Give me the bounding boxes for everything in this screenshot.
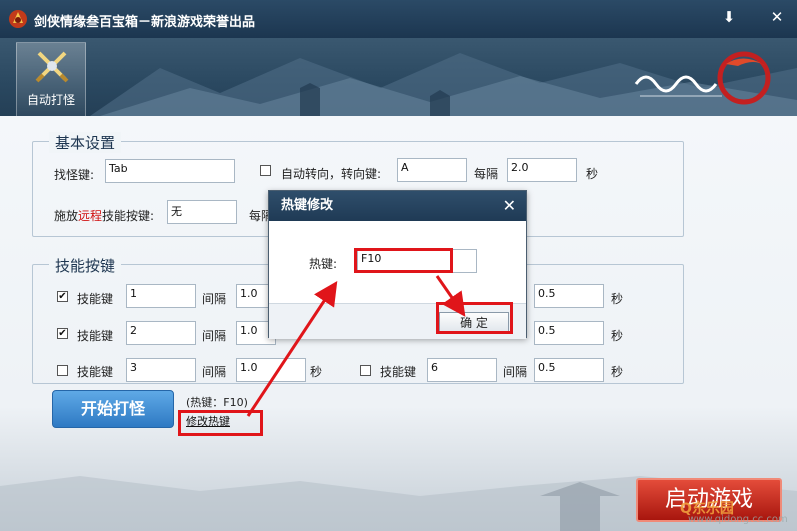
auto-turn-checkbox[interactable] [260, 165, 271, 176]
skill-5-seconds-label: 秒 [611, 329, 624, 343]
skill-3-seconds-label: 秒 [310, 365, 323, 379]
edit-hotkey-highlight [178, 410, 263, 436]
window-title: 剑侠情缘叁百宝箱－新浪游戏荣誉出品 [34, 15, 256, 30]
ok-button-highlight [436, 302, 513, 334]
hotkey-label: 热键: [309, 257, 338, 271]
skill-6-interval-label: 间隔 [503, 365, 528, 379]
app-window: 剑侠情缘叁百宝箱－新浪游戏荣誉出品 ⬇ ✕ 自动打怪 基本设置 找怪键: Tab… [0, 0, 797, 531]
target-key-input[interactable]: Tab [105, 159, 235, 183]
turn-key-input[interactable]: A [397, 158, 467, 182]
skill-3-interval-input[interactable]: 1.0 [236, 358, 306, 382]
start-fight-button[interactable]: 开始打怪 [52, 390, 174, 428]
tab-auto-fight[interactable]: 自动打怪 [16, 42, 86, 116]
basic-settings-legend: 基本设置 [49, 132, 122, 153]
hotkey-input-highlight [354, 248, 453, 273]
watermark-url: www.qidong.cc.com [688, 514, 788, 525]
skill-1-key-input[interactable]: 1 [126, 284, 196, 308]
app-icon [9, 10, 27, 28]
skill-2-checkbox[interactable]: ✔ [57, 328, 68, 339]
ranged-skill-label: 施放远程技能按键: [54, 207, 154, 224]
skill-1-interval-label: 间隔 [202, 292, 227, 306]
minimize-button[interactable]: ⬇ [718, 8, 740, 26]
target-key-label: 找怪键: [54, 168, 95, 182]
skill-6-seconds-label: 秒 [611, 365, 624, 379]
skill-6-checkbox[interactable] [360, 365, 371, 376]
game-logo [626, 44, 786, 110]
skill-6-interval-input[interactable]: 0.5 [534, 358, 604, 382]
close-button[interactable]: ✕ [766, 8, 788, 26]
ranged-prefix: 施放 [54, 209, 79, 223]
dialog-close-button[interactable]: ✕ [503, 196, 516, 216]
game-logo-art [634, 51, 771, 105]
ranged-highlight: 远程 [78, 209, 103, 223]
skill-3-label: 技能键 [77, 365, 114, 379]
tab-label: 自动打怪 [26, 93, 75, 107]
skill-3-key-input[interactable]: 3 [126, 358, 196, 382]
dialog-title: 热键修改 [269, 191, 526, 221]
skill-3-interval-label: 间隔 [202, 365, 227, 379]
check-mark-icon: ✔ [58, 328, 67, 339]
skill-4-seconds-label: 秒 [611, 292, 624, 306]
auto-turn-label: 自动转向，转向键: [281, 167, 382, 181]
title-bar: 剑侠情缘叁百宝箱－新浪游戏荣誉出品 ⬇ ✕ [0, 0, 797, 38]
skill-6-key-input[interactable]: 6 [427, 358, 497, 382]
seconds-label: 秒 [586, 167, 599, 181]
skill-4-interval-input[interactable]: 0.5 [534, 284, 604, 308]
skill-5-interval-input[interactable]: 0.5 [534, 321, 604, 345]
skill-2-interval-label: 间隔 [202, 329, 227, 343]
ranged-skill-input[interactable]: 无 [167, 200, 237, 224]
skill-3-checkbox[interactable] [57, 365, 68, 376]
header-banner: 自动打怪 [0, 38, 797, 116]
skill-2-label: 技能键 [77, 329, 114, 343]
turn-interval-input[interactable]: 2.0 [507, 158, 577, 182]
ranged-suffix: 技能按键: [102, 209, 155, 223]
skill-1-label: 技能键 [77, 292, 114, 306]
skill-1-checkbox[interactable]: ✔ [57, 291, 68, 302]
skill-6-label: 技能键 [380, 365, 417, 379]
skill-keys-legend: 技能按键 [49, 255, 122, 276]
skill-2-key-input[interactable]: 2 [126, 321, 196, 345]
interval-label: 每隔 [474, 167, 499, 181]
crossed-swords-icon [35, 51, 69, 83]
hotkey-info: (热键：F10) [186, 396, 248, 409]
check-mark-icon: ✔ [58, 291, 67, 302]
